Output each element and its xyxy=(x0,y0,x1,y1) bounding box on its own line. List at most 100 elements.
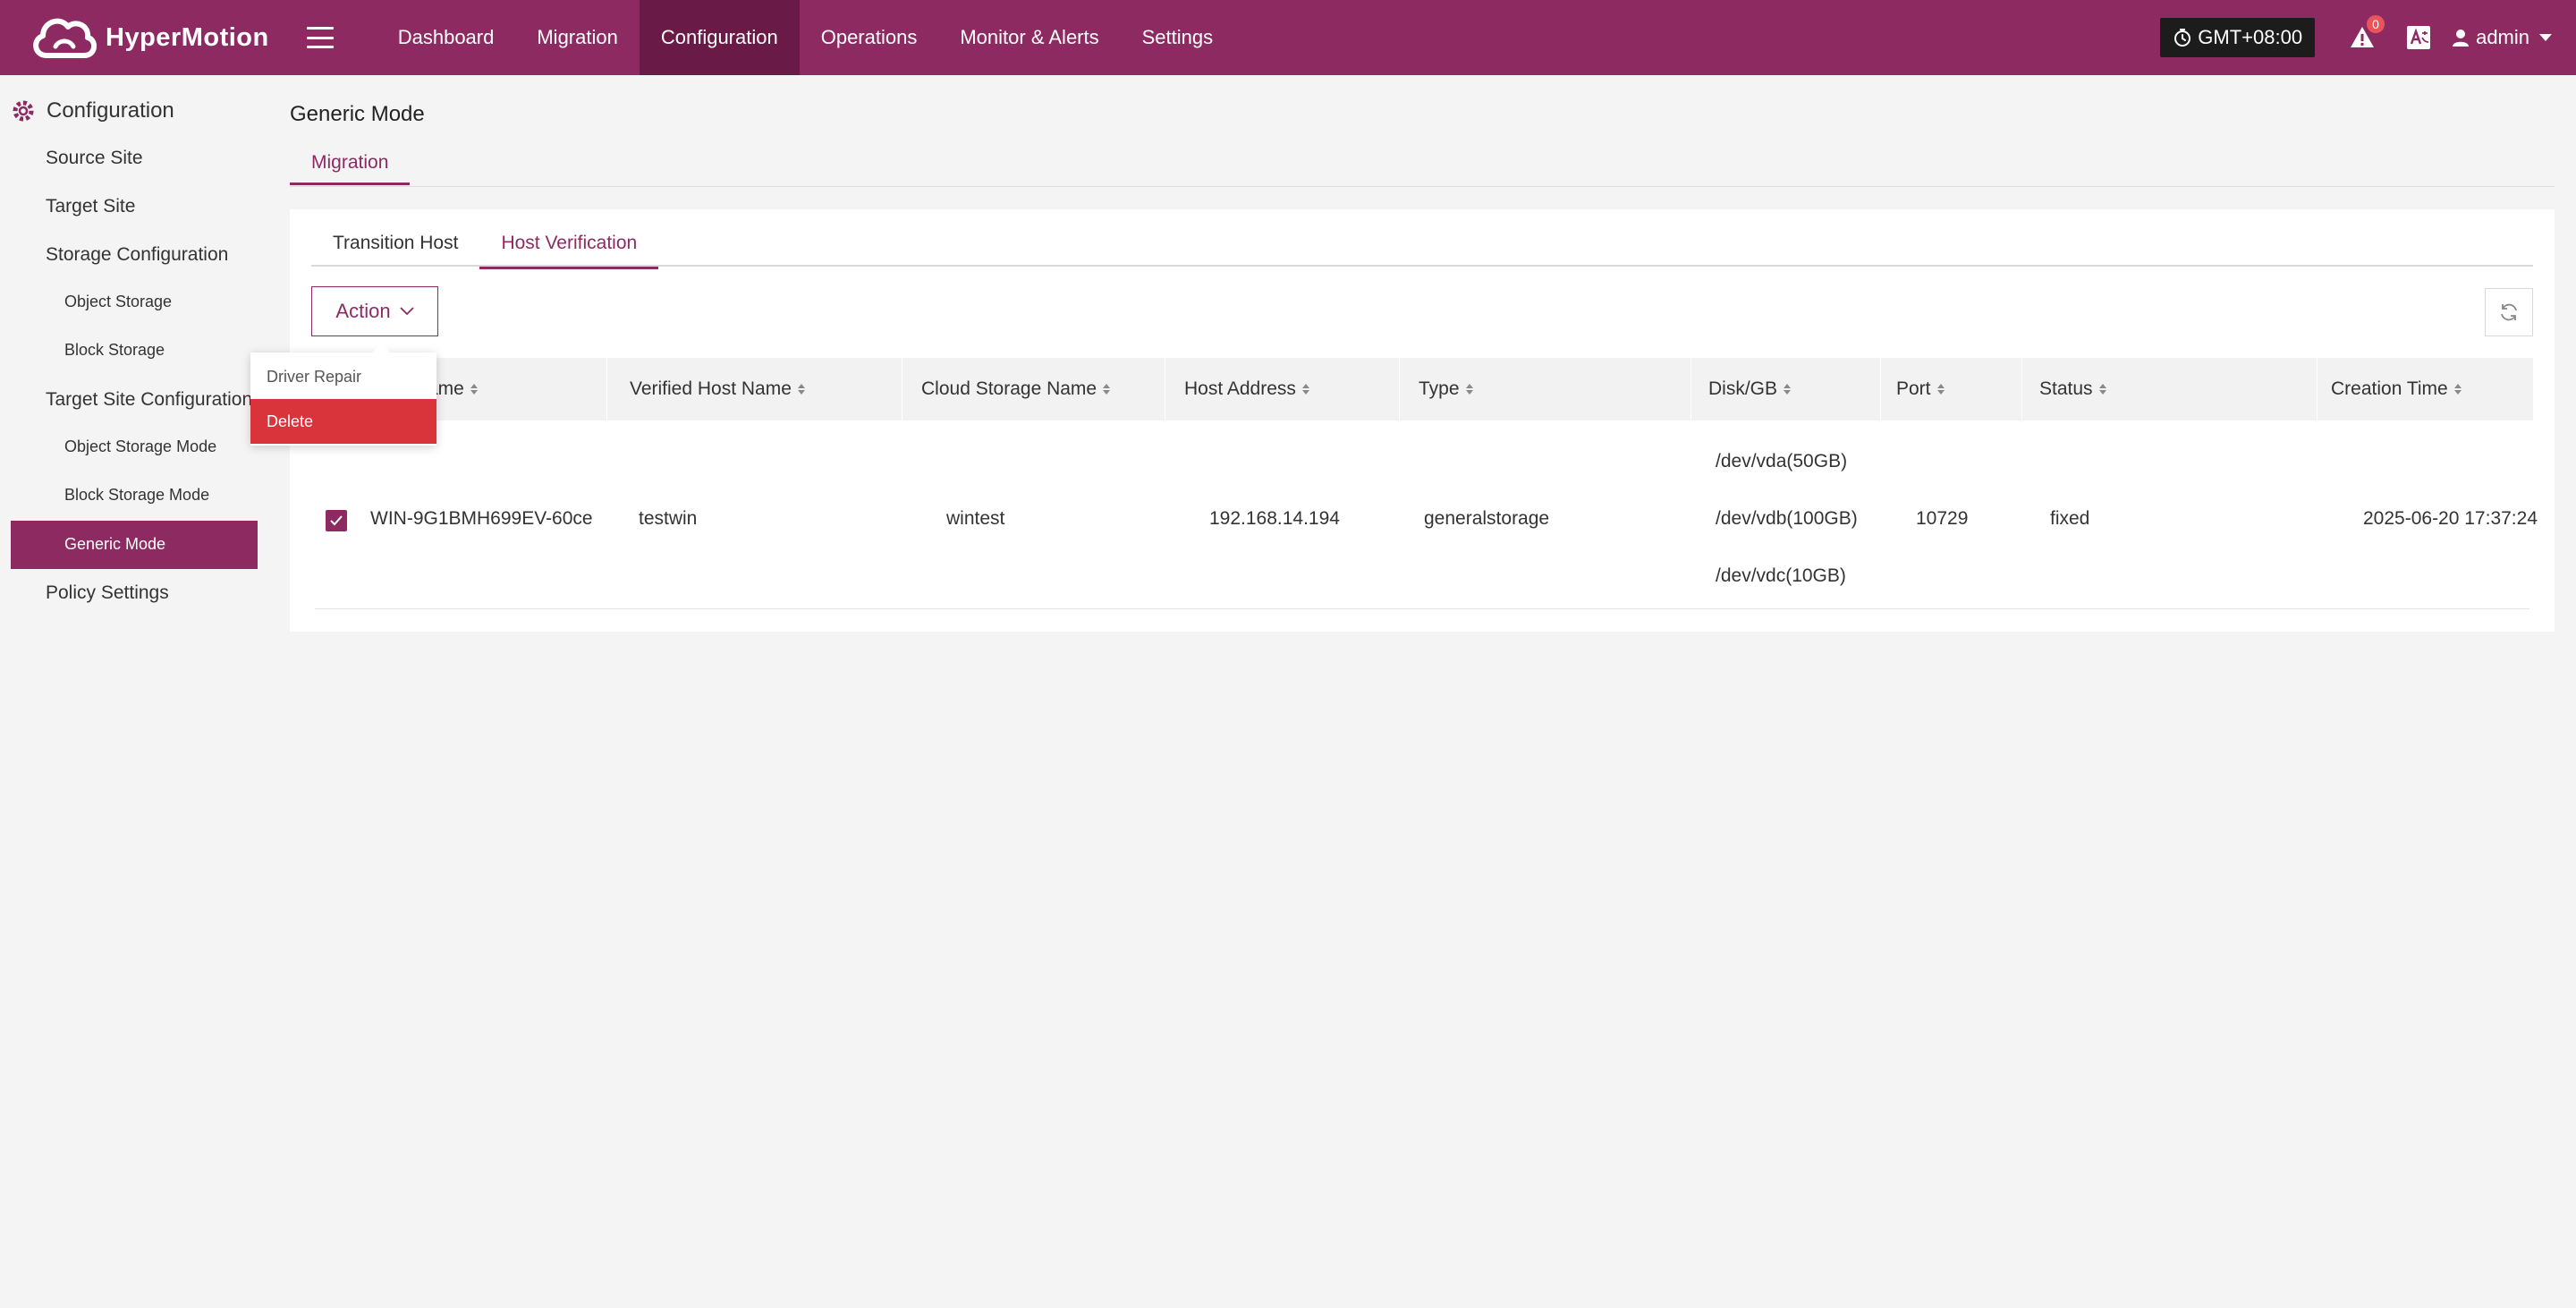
top-navigation-bar: HyperMotion Dashboard Migration Configur… xyxy=(0,0,2576,75)
cell-disk-3: /dev/vdc(10GB) xyxy=(1716,565,1846,586)
cloud-logo-icon xyxy=(33,18,97,58)
sidebar-item-storage-configuration[interactable]: Storage Configuration xyxy=(46,244,228,266)
user-menu[interactable]: admin xyxy=(2451,26,2553,49)
sidebar: Configuration Source Site Target Site St… xyxy=(0,75,268,1308)
action-button-label: Action xyxy=(335,300,391,322)
tab-host-verification[interactable]: Host Verification xyxy=(479,233,659,269)
sidebar-item-generic-mode[interactable]: Generic Mode xyxy=(11,521,258,569)
nav-monitor-alerts[interactable]: Monitor & Alerts xyxy=(938,0,1120,75)
sidebar-item-block-storage-mode[interactable]: Block Storage Mode xyxy=(64,486,209,505)
sidebar-title: Configuration xyxy=(11,98,174,123)
table-header: ame Verified Host Name Cloud Storage Nam… xyxy=(311,358,2533,420)
sidebar-item-object-storage[interactable]: Object Storage xyxy=(64,293,172,311)
language-icon[interactable] xyxy=(2406,25,2431,50)
sidebar-item-policy-settings[interactable]: Policy Settings xyxy=(46,582,169,604)
tab-divider xyxy=(290,186,2555,187)
chevron-down-icon xyxy=(399,307,414,316)
nav-settings[interactable]: Settings xyxy=(1121,0,1235,75)
column-header-verified-host-name[interactable]: Verified Host Name xyxy=(630,358,806,420)
refresh-button[interactable] xyxy=(2485,288,2533,336)
user-icon xyxy=(2453,30,2470,47)
column-separator xyxy=(1690,358,1691,420)
column-header-host-address[interactable]: Host Address xyxy=(1184,358,1310,420)
cell-host-name: WIN-9G1BMH699EV-60ce xyxy=(370,508,593,529)
column-header-cloud-storage-name[interactable]: Cloud Storage Name xyxy=(921,358,1111,420)
sidebar-item-source-site[interactable]: Source Site xyxy=(46,148,143,169)
app-logo[interactable]: HyperMotion xyxy=(29,0,269,75)
app-name: HyperMotion xyxy=(106,22,269,52)
sort-icon xyxy=(797,384,805,395)
cell-host-address: 192.168.14.194 xyxy=(1209,508,1340,529)
timezone-display[interactable]: GMT+08:00 xyxy=(2160,18,2316,57)
column-header-status[interactable]: Status xyxy=(2039,358,2107,420)
user-name: admin xyxy=(2476,26,2529,48)
header-utilities: GMT+08:00 0 admin xyxy=(2160,0,2576,75)
column-label: Type xyxy=(1419,378,1460,399)
column-label: Verified Host Name xyxy=(630,378,792,399)
cell-cloud-storage-name: wintest xyxy=(946,508,1005,529)
menu-item-delete[interactable]: Delete xyxy=(250,399,436,444)
sort-icon xyxy=(1103,384,1111,395)
sidebar-item-generic-mode-label: Generic Mode xyxy=(64,535,166,553)
cell-type: generalstorage xyxy=(1424,508,1550,529)
refresh-icon xyxy=(2501,303,2517,321)
content-card: Transition Host Host Verification Action… xyxy=(290,209,2555,632)
cell-port: 10729 xyxy=(1916,508,1969,529)
nav-dashboard[interactable]: Dashboard xyxy=(377,0,516,75)
chevron-down-icon xyxy=(2539,34,2552,41)
column-label: Creation Time xyxy=(2331,378,2448,399)
action-button[interactable]: Action xyxy=(311,286,438,336)
menu-item-driver-repair[interactable]: Driver Repair xyxy=(250,354,436,399)
cell-verified-host-name: testwin xyxy=(639,508,698,529)
column-separator xyxy=(2317,358,2318,420)
cell-disk-1: /dev/vda(50GB) xyxy=(1716,451,1848,471)
column-separator xyxy=(2021,358,2022,420)
action-dropdown-menu: Driver Repair Delete xyxy=(250,344,436,446)
sort-icon xyxy=(2098,384,2106,395)
column-label: Host Address xyxy=(1184,378,1296,399)
column-separator xyxy=(1399,358,1400,420)
column-label: Disk/GB xyxy=(1708,378,1778,399)
menu-toggle-icon[interactable] xyxy=(306,27,334,48)
page-title: Generic Mode xyxy=(290,102,425,126)
column-header-port[interactable]: Port xyxy=(1896,358,1945,420)
sort-icon xyxy=(2453,384,2462,395)
timezone-label: GMT+08:00 xyxy=(2198,26,2303,48)
column-header-type[interactable]: Type xyxy=(1419,358,1474,420)
column-separator xyxy=(606,358,607,420)
sort-icon xyxy=(470,384,478,395)
cell-disk-2: /dev/vdb(100GB) xyxy=(1716,508,1858,529)
row-checkbox[interactable] xyxy=(326,510,347,531)
check-icon xyxy=(330,515,343,526)
sort-icon xyxy=(1465,384,1473,395)
sort-icon xyxy=(1936,384,1945,395)
sidebar-item-target-site-configuration[interactable]: Target Site Configuration xyxy=(46,389,252,411)
sidebar-item-object-storage-mode[interactable]: Object Storage Mode xyxy=(64,437,216,456)
main-nav: Dashboard Migration Configuration Operat… xyxy=(377,0,1234,75)
sidebar-item-target-site[interactable]: Target Site xyxy=(46,196,135,217)
sub-tabs: Transition Host Host Verification xyxy=(311,233,659,269)
sidebar-item-block-storage[interactable]: Block Storage xyxy=(64,341,165,360)
table-row[interactable]: WIN-9G1BMH699EV-60ce testwin wintest 192… xyxy=(311,420,2538,610)
clock-icon xyxy=(2174,29,2191,47)
nav-operations[interactable]: Operations xyxy=(800,0,939,75)
cell-status: fixed xyxy=(2050,508,2090,529)
column-separator xyxy=(1880,358,1881,420)
tab-transition-host[interactable]: Transition Host xyxy=(311,233,479,269)
column-label: Status xyxy=(2039,378,2093,399)
row-divider xyxy=(315,608,2529,609)
tab-migration[interactable]: Migration xyxy=(290,152,411,185)
gear-icon xyxy=(13,100,34,122)
column-header-creation-time[interactable]: Creation Time xyxy=(2331,358,2462,420)
nav-migration[interactable]: Migration xyxy=(515,0,639,75)
alert-count-badge: 0 xyxy=(2367,15,2385,33)
column-label: Port xyxy=(1896,378,1931,399)
sidebar-title-label: Configuration xyxy=(47,98,174,123)
tab-migration-label: Migration xyxy=(290,152,411,185)
sort-icon xyxy=(1784,384,1792,395)
column-header-disk[interactable]: Disk/GB xyxy=(1708,358,1792,420)
cell-creation-time: 2025-06-20 17:37:24 xyxy=(2363,508,2538,529)
sort-icon xyxy=(1301,384,1309,395)
alerts-button[interactable]: 0 xyxy=(2349,15,2385,51)
nav-configuration[interactable]: Configuration xyxy=(639,0,800,75)
